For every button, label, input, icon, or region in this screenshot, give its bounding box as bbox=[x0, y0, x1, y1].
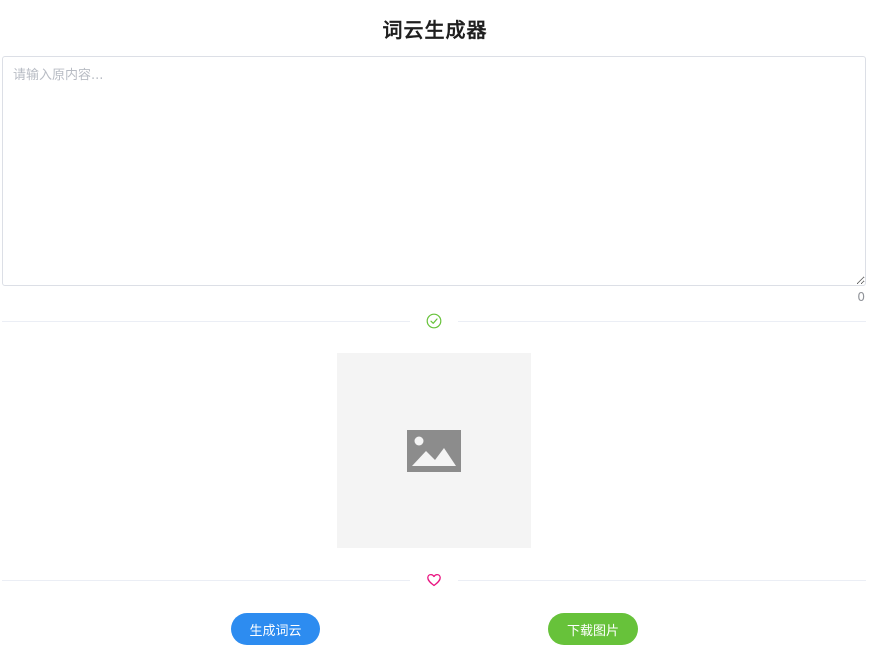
download-image-button[interactable]: 下载图片 bbox=[548, 613, 638, 645]
char-count: 0 bbox=[857, 290, 865, 304]
wordcloud-preview bbox=[337, 353, 531, 548]
divider-top-icon-wrap bbox=[410, 311, 458, 331]
heart-icon bbox=[427, 573, 441, 587]
generate-wordcloud-button[interactable]: 生成词云 bbox=[231, 613, 320, 645]
divider-bottom-icon-wrap bbox=[410, 570, 458, 590]
page-title: 词云生成器 bbox=[382, 18, 488, 42]
check-circle-icon bbox=[426, 313, 442, 329]
content-input[interactable] bbox=[2, 56, 866, 286]
content-input-wrapper bbox=[2, 56, 866, 286]
image-placeholder-icon bbox=[407, 429, 461, 472]
page: 词云生成器 0 生成词云 下载图片 bbox=[0, 0, 870, 666]
